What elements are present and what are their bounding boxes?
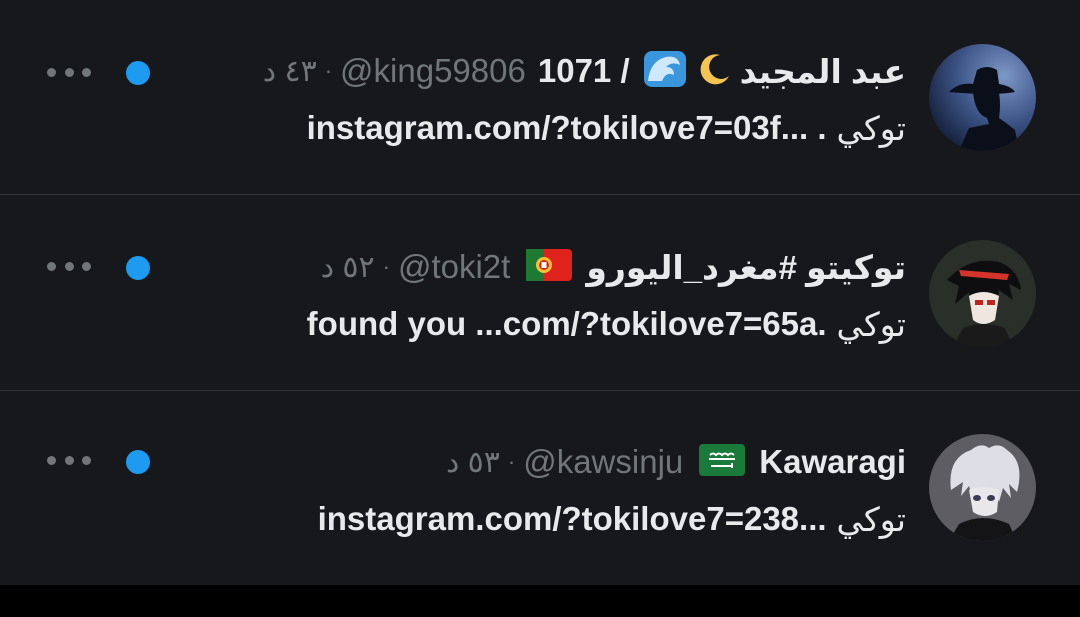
message-preview: توكي instagram.com/?tokilove7=03f... . (307, 106, 906, 150)
preview-label: توكي (836, 305, 906, 343)
crescent-moon-icon (698, 52, 732, 91)
messages-screen: عبد المجيد 1071 / @king59806 · ٤٣ د توكي… (0, 0, 1080, 617)
display-name: توكيتو #مغرد_اليورو (586, 248, 906, 286)
display-name-suffix: 1071 / (537, 52, 630, 89)
message-preview: توكي found you ...com/?tokilove7=65a. (307, 302, 906, 346)
display-name: Kawaragi (759, 443, 906, 480)
avatar-white-hair-image (929, 434, 1036, 541)
timestamp: ٥٢ د (320, 250, 375, 284)
separator: · (382, 254, 390, 279)
conversation-item[interactable]: توكيتو #مغرد_اليورو @toki2t · ٥٢ د توكي (0, 196, 1080, 391)
more-options-icon[interactable] (47, 256, 91, 276)
unread-indicator (126, 256, 150, 280)
more-options-icon[interactable] (47, 62, 91, 82)
preview-label: توكي (836, 500, 906, 538)
conversation-item[interactable]: عبد المجيد 1071 / @king59806 · ٤٣ د توكي… (0, 0, 1080, 195)
unread-indicator (126, 450, 150, 474)
portugal-flag-icon (526, 248, 573, 286)
separator: · (324, 58, 333, 83)
unread-indicator (126, 61, 150, 85)
avatar-anime-image (929, 240, 1036, 347)
conversation-item[interactable]: Kawaragi @kawsinju · ٥٣ د توكي instagram (0, 391, 1080, 585)
conversation-header: Kawaragi @kawsinju · ٥٣ د (446, 441, 906, 483)
username: @king59806 (340, 52, 526, 89)
timestamp: ٥٣ د (445, 445, 500, 479)
username: @kawsinju (523, 443, 684, 480)
conversation-header: عبد المجيد 1071 / @king59806 · ٤٣ د (263, 50, 906, 92)
separator: · (507, 449, 516, 474)
more-options-icon[interactable] (47, 450, 91, 470)
avatar-cowboy-image (929, 44, 1036, 151)
preview-text: found you ...com/?tokilove7=65a. (306, 305, 827, 342)
saudi-flag-icon (699, 443, 746, 481)
conversation-list: عبد المجيد 1071 / @king59806 · ٤٣ د توكي… (0, 0, 1080, 585)
avatar[interactable] (929, 44, 1036, 151)
display-name: عبد المجيد (739, 52, 906, 90)
conversation-header: توكيتو #مغرد_اليورو @toki2t · ٥٢ د (321, 246, 906, 288)
preview-text: instagram.com/?tokilove7=03f... . (306, 109, 827, 146)
avatar[interactable] (929, 434, 1036, 541)
water-wave-icon (643, 50, 686, 92)
preview-text: instagram.com/?tokilove7=238... (317, 500, 827, 537)
timestamp: ٤٣ د (262, 54, 317, 88)
message-preview: توكي instagram.com/?tokilove7=238... (318, 497, 906, 541)
avatar[interactable] (929, 240, 1036, 347)
preview-label: توكي (836, 109, 906, 147)
username: @toki2t (397, 248, 511, 285)
